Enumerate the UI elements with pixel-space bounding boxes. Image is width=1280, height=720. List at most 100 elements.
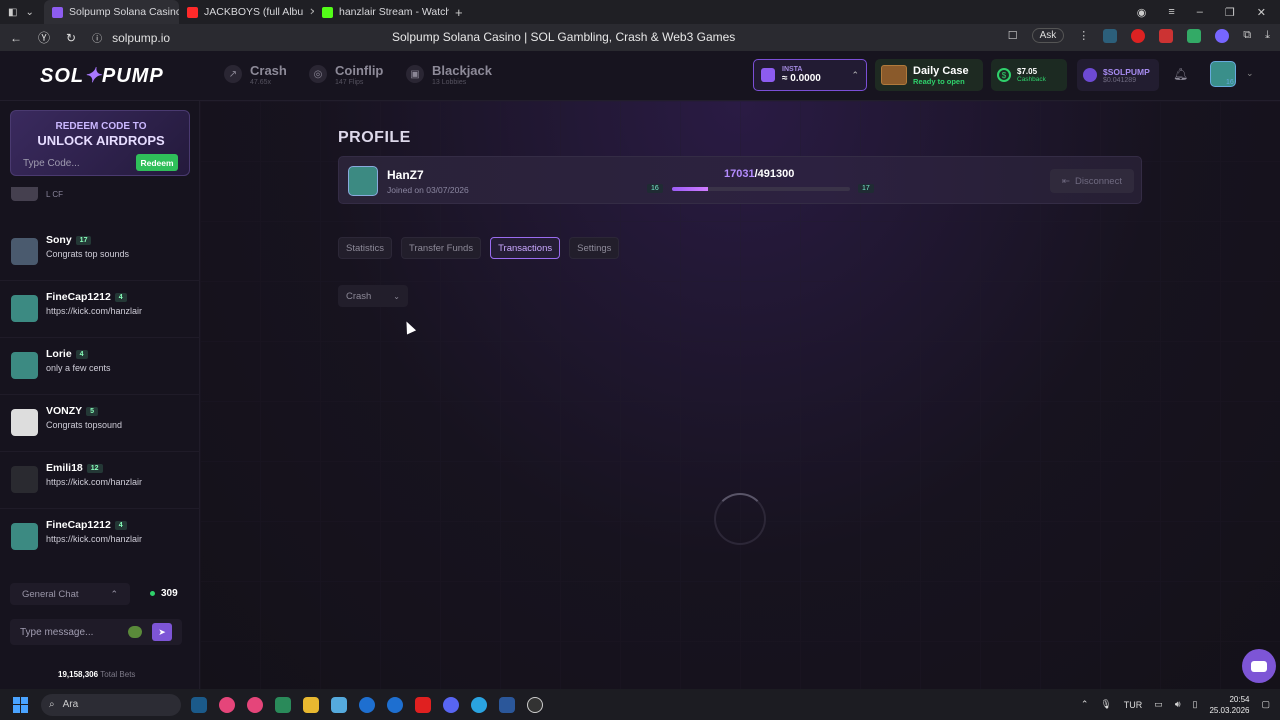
copilot-icon[interactable] bbox=[331, 696, 347, 713]
avatar[interactable] bbox=[11, 409, 38, 436]
profile-icon[interactable]: ◉ bbox=[1137, 6, 1147, 19]
tab-statistics[interactable]: Statistics bbox=[338, 237, 393, 259]
disconnect-button[interactable]: ⇤ Disconnect bbox=[1050, 169, 1134, 193]
back-icon[interactable]: ← bbox=[10, 31, 22, 45]
word-icon[interactable] bbox=[499, 696, 515, 713]
avatar[interactable] bbox=[11, 523, 38, 550]
chat-item: FineCap1212 4 https://kick.com/hanzlair bbox=[0, 281, 200, 338]
battery-icon[interactable]: ▯ bbox=[1192, 699, 1197, 710]
address-bar-actions: ☐ Ask ⋮ ⧉ ⤓ bbox=[1008, 28, 1270, 43]
app-icon[interactable] bbox=[219, 696, 235, 713]
url-field[interactable]: ⓘ solpump.io bbox=[92, 30, 170, 46]
nav-crash[interactable]: ↗ Crash 47.65x bbox=[224, 63, 287, 86]
chat-message-input[interactable] bbox=[20, 626, 128, 638]
chat-username[interactable]: Lorie 4 bbox=[46, 348, 88, 360]
network-icon[interactable]: ▭ bbox=[1154, 699, 1163, 710]
yandex-icon[interactable]: Ⓨ bbox=[38, 29, 50, 46]
nav-blackjack[interactable]: ▣ Blackjack 13 Lobbies bbox=[406, 63, 492, 86]
avatar[interactable] bbox=[11, 466, 38, 493]
chat-username[interactable]: FineCap1212 4 bbox=[46, 291, 127, 303]
avatar[interactable] bbox=[11, 295, 38, 322]
chevron-down-icon: ⌄ bbox=[393, 291, 400, 301]
redeem-button[interactable]: Redeem bbox=[136, 154, 178, 171]
ask-button[interactable]: Ask bbox=[1031, 28, 1065, 43]
avatar bbox=[11, 187, 38, 201]
menu-icon[interactable]: ≡ bbox=[1168, 6, 1174, 18]
microphone-icon[interactable]: 🎙︎ bbox=[1100, 699, 1111, 710]
volume-icon[interactable]: 🔊︎ bbox=[1175, 699, 1181, 710]
wallet-balance[interactable]: INSTA ≈ 0.0000 ⌃ bbox=[753, 59, 867, 91]
chevron-down-icon[interactable]: ⌄ bbox=[1246, 68, 1254, 79]
app-icon[interactable] bbox=[387, 696, 403, 713]
chat-username[interactable]: VONZY 5 bbox=[46, 405, 99, 417]
restore-icon[interactable]: ❐ bbox=[1225, 6, 1235, 19]
solpump-logo[interactable]: SOL✦PUMP bbox=[40, 63, 164, 88]
app-icon[interactable] bbox=[527, 696, 543, 713]
yandex-browser-icon[interactable] bbox=[415, 696, 431, 713]
extension-icon[interactable] bbox=[1215, 28, 1230, 43]
tab-solpump[interactable]: Solpump Solana Casino ✕ bbox=[44, 0, 179, 24]
cashback-button[interactable]: $ $7.05 Cashback bbox=[991, 59, 1067, 91]
nav-sub: 13 Lobbies bbox=[432, 79, 467, 86]
extension-icon[interactable] bbox=[1103, 28, 1118, 43]
token-price[interactable]: $SOLPUMP $0.041289 bbox=[1077, 59, 1159, 91]
reload-icon[interactable]: ↻ bbox=[66, 31, 76, 45]
chevron-down-icon[interactable]: ⌄ bbox=[25, 7, 33, 18]
app-icon[interactable] bbox=[359, 696, 375, 713]
windows-start-icon[interactable] bbox=[13, 696, 29, 713]
folder-icon[interactable] bbox=[303, 696, 319, 713]
daily-case-button[interactable]: Daily Case Ready to open bbox=[875, 59, 983, 91]
app-icon[interactable] bbox=[275, 696, 291, 713]
tab-youtube[interactable]: JACKBOYS (full Albu ✕ bbox=[179, 0, 314, 24]
chat-room-select[interactable]: General Chat ⌃ bbox=[10, 583, 130, 605]
extension-icon[interactable] bbox=[1187, 28, 1202, 43]
extensions-icon[interactable]: ⧉ bbox=[1243, 29, 1251, 42]
steam-icon[interactable] bbox=[191, 696, 207, 713]
chat-username[interactable]: FineCap1212 4 bbox=[46, 519, 127, 531]
avatar[interactable] bbox=[11, 352, 38, 379]
close-window-icon[interactable]: ✕ bbox=[1257, 6, 1266, 19]
system-tray: ⌃ 🎙︎ TUR ▭ 🔊︎ ▯ 20:54 25.03.2026 ▢ bbox=[1081, 694, 1280, 716]
chevron-up-icon[interactable]: ⌃ bbox=[1081, 699, 1089, 710]
emoji-icon[interactable] bbox=[128, 626, 142, 638]
download-icon[interactable]: ⤓ bbox=[1265, 29, 1270, 42]
tab-transfer-funds[interactable]: Transfer Funds bbox=[401, 237, 482, 259]
redeem-heading: REDEEM CODE TO bbox=[55, 121, 147, 132]
send-button[interactable]: ➤ bbox=[152, 623, 172, 641]
telegram-icon[interactable] bbox=[471, 696, 487, 713]
language-indicator[interactable]: TUR bbox=[1124, 700, 1143, 710]
browser-menu[interactable]: ◧ ⌄ bbox=[0, 7, 44, 18]
discord-icon[interactable] bbox=[443, 696, 459, 713]
game-filter-select[interactable]: Crash ⌄ bbox=[338, 285, 408, 307]
bookmark-icon[interactable]: ☐ bbox=[1008, 29, 1018, 42]
level-badge: 4 bbox=[114, 520, 127, 530]
tab-kick[interactable]: hanzlair Stream - Watch Li ✕ bbox=[314, 0, 449, 24]
avatar-level: 16 bbox=[1226, 79, 1234, 86]
chevron-up-icon[interactable]: ⌃ bbox=[851, 70, 859, 81]
app-icon[interactable] bbox=[247, 696, 263, 713]
nav-coinflip[interactable]: ◎ Coinflip 147 Flips bbox=[309, 63, 383, 86]
site-info-icon[interactable]: ⓘ bbox=[92, 30, 102, 45]
taskbar-search[interactable]: ⌕ Ara bbox=[41, 693, 181, 716]
extension-icon[interactable] bbox=[1131, 28, 1146, 43]
extension-icon[interactable] bbox=[1159, 28, 1174, 43]
wallet-icon bbox=[761, 68, 775, 82]
clock[interactable]: 20:54 25.03.2026 bbox=[1209, 694, 1249, 716]
more-icon[interactable]: ⋮ bbox=[1078, 29, 1089, 42]
chat-username[interactable]: Emili18 12 bbox=[46, 462, 103, 474]
support-chat-button[interactable] bbox=[1242, 649, 1276, 683]
chat-message: Congrats top sounds bbox=[46, 249, 130, 259]
bell-icon[interactable]: 🔔︎ bbox=[1173, 67, 1188, 81]
minimize-icon[interactable]: – bbox=[1197, 6, 1203, 18]
speaker-icon[interactable]: ◧ bbox=[8, 7, 17, 18]
redeem-code-input[interactable] bbox=[23, 155, 133, 171]
avatar[interactable] bbox=[11, 238, 38, 265]
chat-username[interactable]: Sony 17 bbox=[46, 234, 92, 246]
profile-username: HanZ7 bbox=[387, 168, 424, 182]
youtube-favicon-icon bbox=[187, 6, 198, 18]
tab-settings[interactable]: Settings bbox=[569, 237, 620, 259]
site-header: SOL✦PUMP ↗ Crash 47.65x ◎ Coinflip 147 Fli… bbox=[0, 51, 1280, 101]
tab-transactions[interactable]: Transactions bbox=[490, 237, 561, 259]
notification-icon[interactable]: ▢ bbox=[1261, 699, 1270, 710]
new-tab-icon[interactable]: + bbox=[455, 5, 463, 20]
